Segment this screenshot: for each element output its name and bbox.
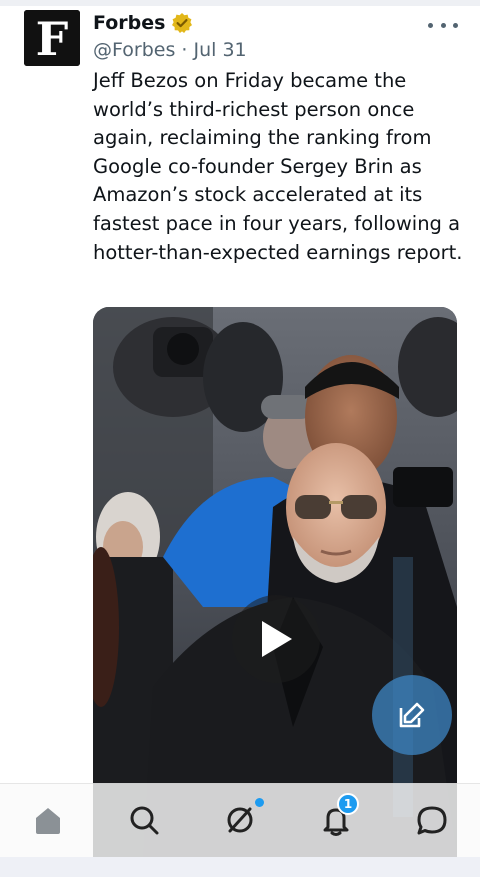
compose-icon bbox=[399, 702, 425, 728]
author-handle[interactable]: @Forbes bbox=[93, 39, 175, 61]
verified-badge-icon[interactable] bbox=[171, 12, 193, 34]
messages-icon[interactable] bbox=[412, 800, 452, 840]
tweet-text: Jeff Bezos on Friday became the world’s … bbox=[93, 69, 463, 264]
search-icon[interactable] bbox=[124, 800, 164, 840]
meta-separator: · bbox=[181, 39, 188, 61]
forbes-logo: F bbox=[24, 10, 80, 66]
spaces-indicator-dot bbox=[255, 798, 264, 807]
play-button[interactable] bbox=[232, 595, 320, 683]
play-icon bbox=[262, 621, 292, 657]
notification-count-badge: 1 bbox=[337, 793, 359, 815]
compose-button[interactable] bbox=[372, 675, 452, 755]
spaces-icon[interactable] bbox=[220, 800, 260, 840]
author-name-row: Forbes bbox=[93, 10, 193, 36]
tweet-date[interactable]: Jul 31 bbox=[193, 39, 246, 61]
home-icon[interactable] bbox=[28, 800, 68, 840]
system-bar bbox=[0, 857, 480, 877]
author-display-name[interactable]: Forbes bbox=[93, 11, 165, 35]
more-options-icon[interactable] bbox=[428, 14, 458, 36]
author-handle-row: @Forbes · Jul 31 bbox=[93, 38, 247, 62]
avatar-letter: F bbox=[36, 12, 69, 66]
tweet-media-video[interactable] bbox=[93, 307, 457, 857]
bottom-navigation bbox=[0, 783, 480, 858]
author-avatar[interactable]: F bbox=[24, 10, 80, 66]
